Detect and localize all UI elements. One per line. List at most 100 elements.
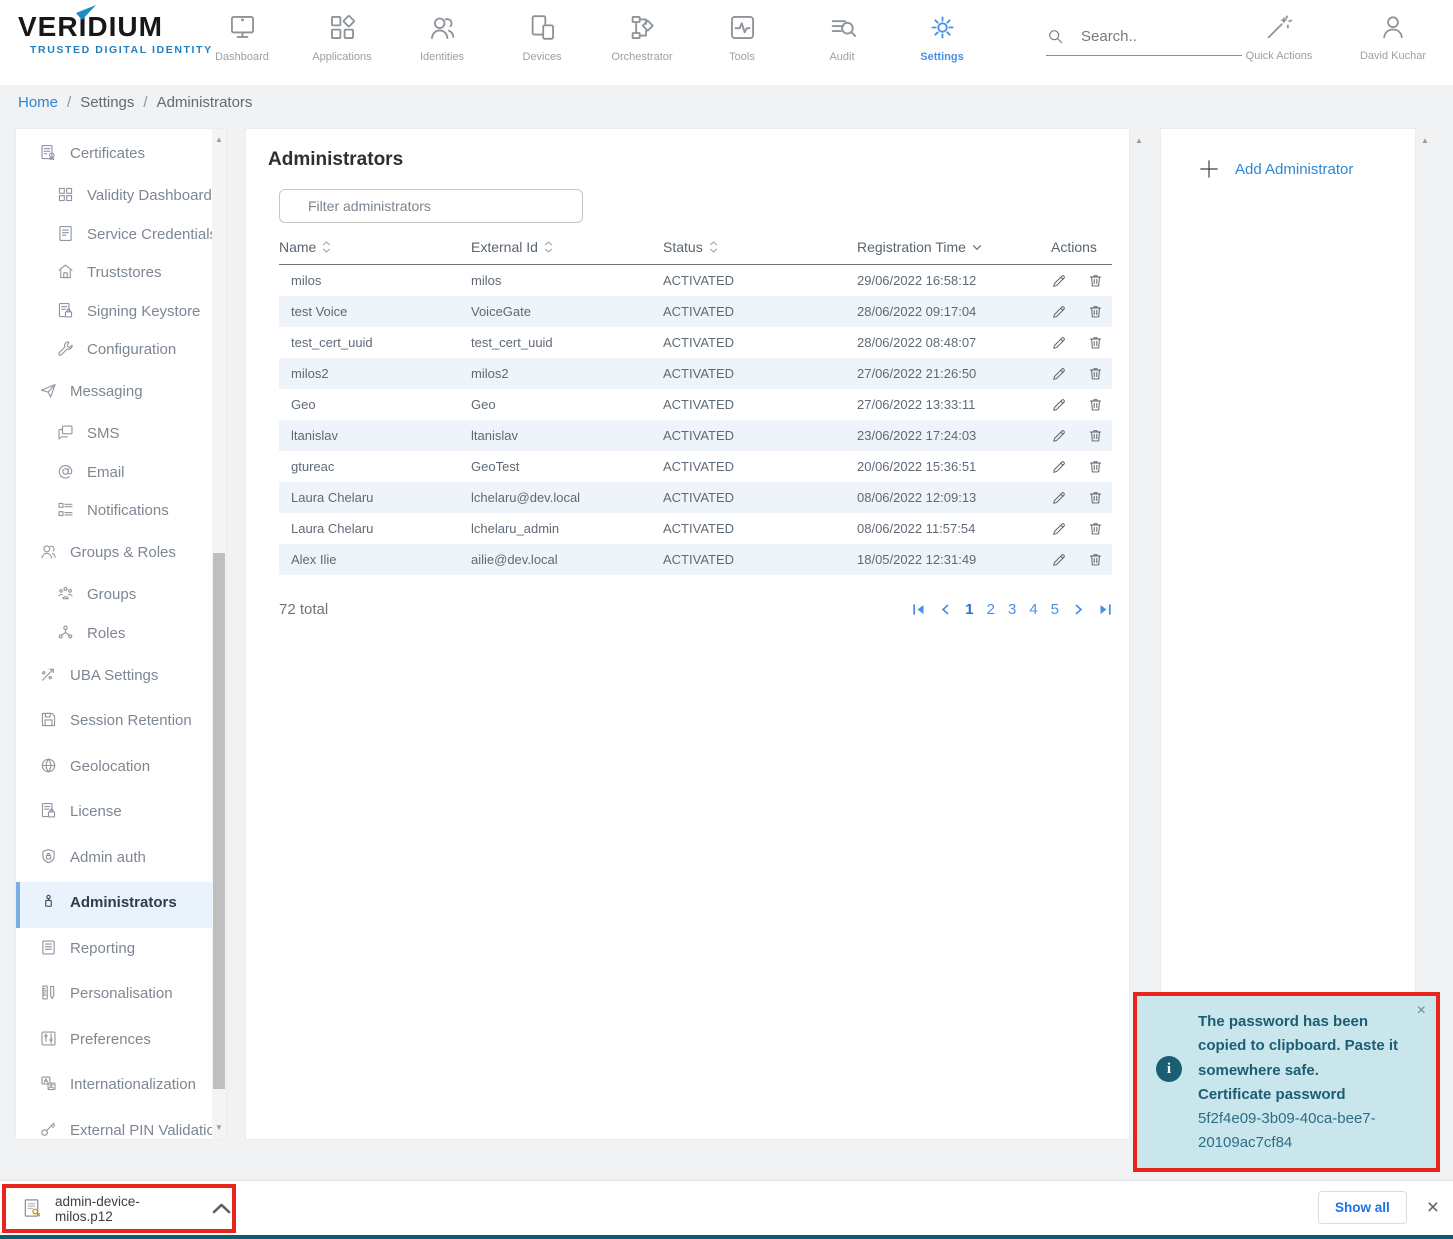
preferences-icon — [39, 1029, 58, 1057]
sidebar-item-sms[interactable]: SMS — [56, 417, 226, 456]
actions-cell — [1051, 551, 1114, 568]
external-id-cell: GeoTest — [471, 459, 663, 474]
delete-icon[interactable] — [1087, 334, 1104, 351]
sidebar-item-session-retention[interactable]: Session Retention — [39, 700, 226, 746]
sort-icon[interactable] — [322, 241, 331, 253]
edit-icon[interactable] — [1051, 334, 1068, 351]
close-downloads-icon[interactable]: × — [1427, 1197, 1439, 1218]
column-header-registration-time[interactable]: Registration Time — [857, 239, 1051, 255]
sidebar-item-reporting[interactable]: Reporting — [39, 928, 226, 974]
delete-icon[interactable] — [1087, 303, 1104, 320]
column-header-status[interactable]: Status — [663, 239, 857, 255]
sidebar-item-truststores[interactable]: Truststores — [56, 256, 226, 295]
nav-item-dashboard[interactable]: Dashboard — [192, 10, 292, 63]
edit-icon[interactable] — [1051, 303, 1068, 320]
sidebar-item-roles[interactable]: Roles — [56, 616, 226, 655]
delete-icon[interactable] — [1087, 365, 1104, 382]
sidebar-item-external-pin-validation[interactable]: External PIN Validation — [39, 1110, 226, 1141]
add-administrator-button[interactable]: Add Administrator — [1197, 157, 1415, 181]
edit-icon[interactable] — [1051, 551, 1068, 568]
roles-icon — [56, 623, 75, 651]
sidebar-item-configuration[interactable]: Configuration — [56, 333, 226, 372]
delete-icon[interactable] — [1087, 458, 1104, 475]
sidebar-item-preferences[interactable]: Preferences — [39, 1019, 226, 1065]
nav-item-devices[interactable]: Devices — [492, 10, 592, 63]
actions-cell — [1051, 520, 1114, 537]
sidebar-item-service-credentials[interactable]: Service Credentials — [56, 217, 226, 256]
sidebar-item-license[interactable]: License — [39, 791, 226, 837]
prev-page-button[interactable] — [940, 604, 950, 615]
main-panel-scrollbar[interactable]: ▲ — [1131, 128, 1147, 1140]
sidebar-item-geolocation[interactable]: Geolocation — [39, 746, 226, 792]
sort-icon[interactable] — [972, 244, 982, 251]
right-panel-scrollbar[interactable]: ▲ — [1417, 128, 1433, 1140]
sidebar-item-groups-roles[interactable]: Groups & Roles — [39, 532, 226, 578]
nav-item-tools[interactable]: Tools — [692, 10, 792, 63]
nav-item-settings[interactable]: Settings — [892, 10, 992, 63]
edit-icon[interactable] — [1051, 272, 1068, 289]
page-number-3[interactable]: 3 — [1008, 601, 1016, 618]
breadcrumb-item-settings[interactable]: Settings — [58, 94, 134, 111]
edit-icon[interactable] — [1051, 365, 1068, 382]
paper-plane-icon — [39, 381, 58, 409]
search-input[interactable] — [1079, 27, 1233, 46]
at-icon — [56, 462, 75, 490]
edit-icon[interactable] — [1051, 427, 1068, 444]
delete-icon[interactable] — [1087, 520, 1104, 537]
delete-icon[interactable] — [1087, 489, 1104, 506]
filter-administrators-input[interactable] — [279, 189, 583, 223]
breadcrumb-item-administrators[interactable]: Administrators — [134, 94, 252, 111]
last-page-button[interactable] — [1099, 604, 1112, 615]
sidebar-item-notifications[interactable]: Notifications — [56, 494, 226, 533]
sidebar-item-internationalization[interactable]: Internationalization — [39, 1064, 226, 1110]
sidebar-item-personalisation[interactable]: Personalisation — [39, 973, 226, 1019]
sidebar-scrollbar[interactable]: ▲ ▼ — [212, 129, 226, 1139]
column-header-name[interactable]: Name — [279, 239, 471, 255]
delete-icon[interactable] — [1087, 551, 1104, 568]
header-action-david-kuchar[interactable]: David Kuchar — [1349, 10, 1437, 62]
sidebar-item-uba-settings[interactable]: UBA Settings — [39, 655, 226, 701]
header-action-quick-actions[interactable]: Quick Actions — [1235, 10, 1323, 62]
chevron-up-icon[interactable] — [211, 1198, 232, 1219]
first-page-button[interactable] — [912, 604, 925, 615]
sms-icon — [56, 423, 75, 451]
sort-icon[interactable] — [544, 241, 553, 253]
edit-icon[interactable] — [1051, 396, 1068, 413]
veridium-logo[interactable]: VERIDIUM TRUSTED DIGITAL IDENTITY — [18, 13, 213, 56]
next-page-button[interactable] — [1074, 604, 1084, 615]
page-number-2[interactable]: 2 — [987, 601, 995, 618]
delete-icon[interactable] — [1087, 396, 1104, 413]
scroll-up-icon[interactable]: ▲ — [212, 133, 226, 147]
nav-item-audit[interactable]: Audit — [792, 10, 892, 63]
column-header-actions[interactable]: Actions — [1051, 239, 1114, 255]
sidebar-item-certificates[interactable]: Certificates — [39, 133, 226, 179]
breadcrumb-item-home[interactable]: Home — [18, 94, 58, 111]
column-header-external-id[interactable]: External Id — [471, 239, 663, 255]
sidebar-scroll-thumb[interactable] — [213, 553, 225, 1089]
scroll-up-icon[interactable]: ▲ — [1131, 134, 1147, 148]
sidebar-item-groups[interactable]: Groups — [56, 578, 226, 617]
sidebar-item-validity-dashboard[interactable]: Validity Dashboard — [56, 179, 226, 218]
nav-item-applications[interactable]: Applications — [292, 10, 392, 63]
nav-item-orchestrator[interactable]: Orchestrator — [592, 10, 692, 63]
toast-close-icon[interactable]: × — [1417, 1002, 1426, 1020]
sidebar-item-admin-auth[interactable]: Admin auth — [39, 837, 226, 883]
page-number-1[interactable]: 1 — [965, 601, 973, 618]
sidebar-item-email[interactable]: Email — [56, 455, 226, 494]
page-number-4[interactable]: 4 — [1029, 601, 1037, 618]
page-number-5[interactable]: 5 — [1051, 601, 1059, 618]
scroll-up-icon[interactable]: ▲ — [1417, 134, 1433, 148]
sidebar-item-signing-keystore[interactable]: Signing Keystore — [56, 294, 226, 333]
edit-icon[interactable] — [1051, 458, 1068, 475]
sort-icon[interactable] — [709, 241, 718, 253]
delete-icon[interactable] — [1087, 427, 1104, 444]
nav-item-identities[interactable]: Identities — [392, 10, 492, 63]
scroll-down-icon[interactable]: ▼ — [212, 1121, 226, 1135]
download-item[interactable]: admin-device-milos.p12 — [6, 1194, 232, 1224]
delete-icon[interactable] — [1087, 272, 1104, 289]
edit-icon[interactable] — [1051, 520, 1068, 537]
sidebar-item-messaging[interactable]: Messaging — [39, 371, 226, 417]
edit-icon[interactable] — [1051, 489, 1068, 506]
sidebar-item-administrators[interactable]: Administrators — [16, 882, 226, 928]
show-all-button[interactable]: Show all — [1318, 1191, 1407, 1224]
